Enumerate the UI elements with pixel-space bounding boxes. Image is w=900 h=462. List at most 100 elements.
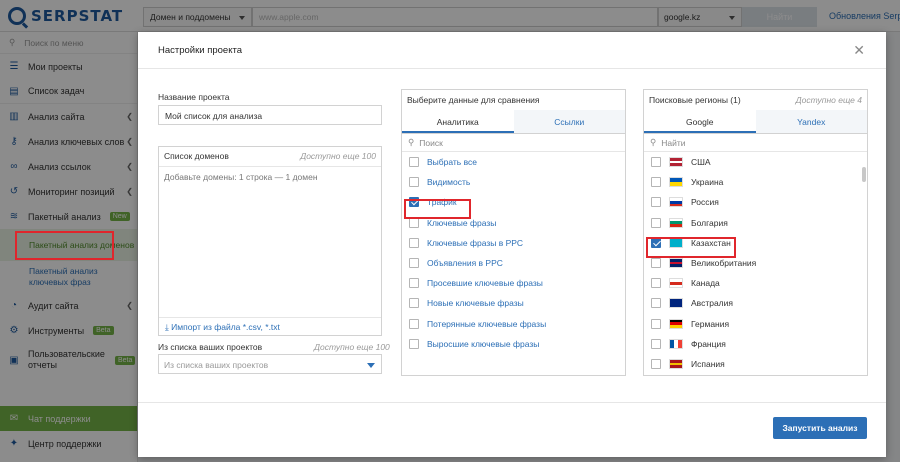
checkbox[interactable] xyxy=(409,258,419,269)
compare-option[interactable]: Объявления в PPC xyxy=(402,253,625,273)
domains-list-header: Список доменов Доступно еще 100 xyxy=(159,147,381,167)
region-option[interactable]: США xyxy=(644,152,867,172)
run-analysis-button[interactable]: Запустить анализ xyxy=(773,417,867,439)
compare-option[interactable]: Потерянные ключевые фразы xyxy=(402,314,625,334)
compare-option[interactable]: Видимость xyxy=(402,172,625,192)
region-option[interactable]: Австралия xyxy=(644,293,867,313)
compare-option-label: Ключевые фразы xyxy=(427,217,497,228)
modal-header: Настройки проекта xyxy=(138,32,886,69)
domains-textarea[interactable]: Добавьте домены: 1 строка — 1 домен xyxy=(159,167,381,187)
es-flag-icon xyxy=(669,358,683,369)
project-name-input[interactable]: Мой список для анализа xyxy=(158,105,382,125)
compare-option-label: Ключевые фразы в PPC xyxy=(427,237,524,248)
domains-available: Доступно еще 100 xyxy=(300,151,376,161)
tab-analytics[interactable]: Аналитика xyxy=(402,110,514,133)
checkbox[interactable] xyxy=(651,318,661,329)
region-option[interactable]: Болгария xyxy=(644,213,867,233)
ua-flag-icon xyxy=(669,177,683,188)
compare-options-list: Выбрать все Видимость Трафик Ключевые фразы… xyxy=(402,152,625,354)
checkbox[interactable] xyxy=(651,338,661,349)
region-option[interactable]: Украина xyxy=(644,172,867,192)
search-icon: ⚲ xyxy=(650,137,657,147)
compare-option-label: Видимость xyxy=(427,177,471,188)
compare-option[interactable]: Трафик xyxy=(402,192,625,212)
region-option[interactable]: Канада xyxy=(644,273,867,293)
compare-option[interactable]: Просевшие ключевые фразы xyxy=(402,273,625,293)
compare-option[interactable]: Ключевые фразы xyxy=(402,213,625,233)
checkbox[interactable] xyxy=(651,217,661,228)
domains-list-label: Список доменов xyxy=(164,151,229,161)
de-flag-icon xyxy=(669,318,683,329)
region-option[interactable]: Великобритания xyxy=(644,253,867,273)
search-regions-panel: Поисковые регионы (1) Доступно еще 4 Goo… xyxy=(643,89,868,376)
checkbox[interactable] xyxy=(409,177,419,188)
checkbox[interactable] xyxy=(409,197,419,208)
checkbox[interactable] xyxy=(409,338,419,349)
search-regions-header: Поисковые регионы (1) Доступно еще 4 xyxy=(644,90,867,110)
regions-scrollbar[interactable] xyxy=(862,167,866,182)
checkbox[interactable] xyxy=(651,278,661,289)
projects-list-label: Из списка ваших проектов xyxy=(158,342,263,352)
ca-flag-icon xyxy=(669,278,683,289)
kz-flag-icon xyxy=(669,237,683,248)
region-option[interactable]: Франция xyxy=(644,334,867,354)
project-settings-modal: Настройки проекта ✕ Название проекта Мой… xyxy=(138,32,886,457)
region-option-label: Австралия xyxy=(691,298,733,309)
ru-flag-icon xyxy=(669,197,683,208)
checkbox[interactable] xyxy=(651,157,661,168)
compare-option-label: Объявления в PPC xyxy=(427,258,503,269)
compare-option-label: Потерянные ключевые фразы xyxy=(427,318,547,329)
compare-search-input[interactable]: ⚲ Поиск xyxy=(402,134,625,152)
compare-data-panel: Выберите данные для сравнения Аналитика … xyxy=(401,89,626,376)
checkbox[interactable] xyxy=(409,237,419,248)
compare-option-label: Трафик xyxy=(427,197,457,208)
region-option-label: Франция xyxy=(691,338,726,349)
compare-option-label: Просевшие ключевые фразы xyxy=(427,278,543,289)
tab-yandex[interactable]: Yandex xyxy=(755,110,867,133)
compare-data-header: Выберите данные для сравнения xyxy=(402,90,625,110)
compare-tabs: Аналитика Ссылки xyxy=(402,110,625,134)
checkbox[interactable] xyxy=(651,177,661,188)
checkbox[interactable] xyxy=(409,157,419,168)
caret-down-icon xyxy=(367,363,375,368)
checkbox[interactable] xyxy=(651,298,661,309)
regions-list: США Украина Россия Болгария Казахстан Великоб… xyxy=(644,152,867,374)
tab-links[interactable]: Ссылки xyxy=(513,110,625,133)
tab-google[interactable]: Google xyxy=(644,110,756,133)
region-option-label: Казахстан xyxy=(691,237,731,248)
checkbox[interactable] xyxy=(651,358,661,369)
region-option[interactable]: Германия xyxy=(644,314,867,334)
region-option-label: США xyxy=(691,157,711,168)
region-option-label: Испания xyxy=(691,358,725,369)
region-option-label: Россия xyxy=(691,197,719,208)
compare-option[interactable]: Новые ключевые фразы xyxy=(402,293,625,313)
compare-option[interactable]: Выбрать все xyxy=(402,152,625,172)
region-option[interactable]: Россия xyxy=(644,192,867,212)
region-search-placeholder: Найти xyxy=(661,137,686,148)
checkbox[interactable] xyxy=(409,318,419,329)
checkbox[interactable] xyxy=(651,237,661,248)
gb-flag-icon xyxy=(669,258,683,269)
checkbox[interactable] xyxy=(651,197,661,208)
au-flag-icon xyxy=(669,298,683,309)
import-file-link[interactable]: ⤓ Импорт из файла *.csv, *.txt xyxy=(159,317,381,335)
region-option[interactable]: Испания xyxy=(644,354,867,374)
search-regions-title: Поисковые регионы (1) xyxy=(649,95,741,105)
region-engine-tabs: Google Yandex xyxy=(644,110,867,134)
compare-option[interactable]: Ключевые фразы в PPC xyxy=(402,233,625,253)
checkbox[interactable] xyxy=(409,278,419,289)
checkbox[interactable] xyxy=(651,258,661,269)
checkbox[interactable] xyxy=(409,217,419,228)
region-option[interactable]: Казахстан xyxy=(644,233,867,253)
compare-option[interactable]: Выросшие ключевые фразы xyxy=(402,334,625,354)
region-search-input[interactable]: ⚲ Найти xyxy=(644,134,867,152)
fr-flag-icon xyxy=(669,338,683,349)
project-name-label: Название проекта xyxy=(158,92,230,102)
modal-title: Настройки проекта xyxy=(158,45,243,56)
bg-flag-icon xyxy=(669,217,683,228)
checkbox[interactable] xyxy=(409,298,419,309)
compare-option-label: Новые ключевые фразы xyxy=(427,298,524,309)
projects-select[interactable]: Из списка ваших проектов xyxy=(158,354,382,374)
close-icon[interactable]: ✕ xyxy=(853,42,865,59)
region-option-label: Германия xyxy=(691,318,730,329)
